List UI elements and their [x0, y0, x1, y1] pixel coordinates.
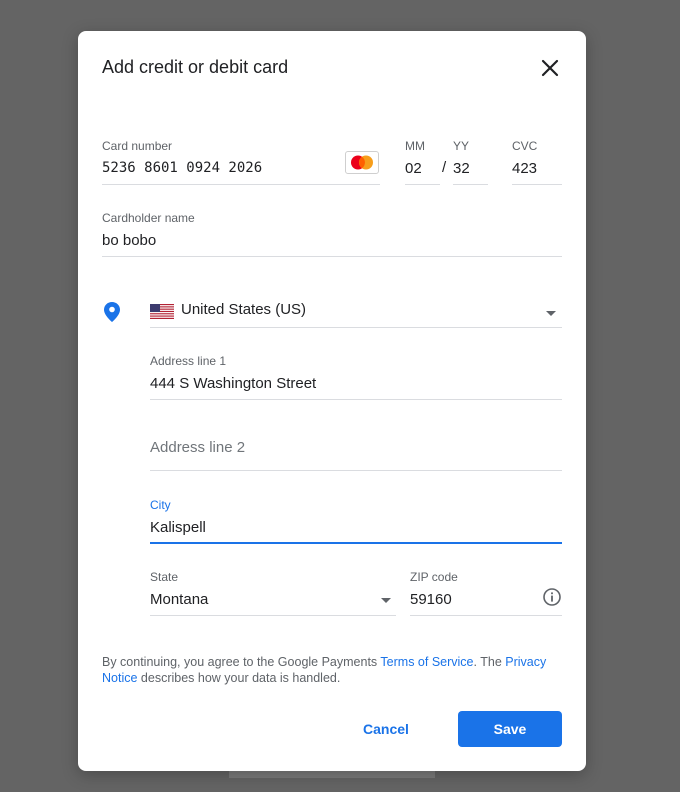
disclaimer-suffix: describes how your data is handled.: [137, 671, 341, 685]
cardholder-name-underline: [102, 256, 562, 257]
location-pin-icon: [104, 302, 120, 322]
address-line2-underline: [150, 470, 562, 471]
state-select[interactable]: State Montana: [150, 570, 396, 616]
card-number-field[interactable]: Card number 5236 8601 0924 2026: [102, 139, 380, 185]
state-value: Montana: [150, 591, 209, 608]
cvc-underline: [512, 184, 562, 185]
close-button[interactable]: [536, 54, 564, 82]
city-value: Kalispell: [150, 519, 206, 536]
zip-code-field[interactable]: ZIP code 59160: [410, 570, 562, 616]
state-underline: [150, 615, 396, 616]
terms-of-service-link[interactable]: Terms of Service: [380, 655, 473, 669]
year-value: 32: [453, 160, 470, 177]
city-label: City: [150, 498, 171, 512]
add-card-dialog: Add credit or debit card Card number 523…: [78, 31, 586, 771]
year-field[interactable]: YY 32: [453, 139, 488, 185]
cvc-label: CVC: [512, 139, 538, 153]
year-label: YY: [453, 139, 470, 153]
close-icon: [541, 59, 559, 77]
cvc-field[interactable]: CVC 423: [512, 139, 562, 185]
month-value: 02: [405, 160, 422, 177]
card-number-value: 5236 8601 0924 2026: [102, 160, 263, 176]
address-line2-field[interactable]: Address line 2: [150, 425, 562, 471]
cvc-value: 423: [512, 160, 538, 177]
country-value: United States (US): [181, 301, 307, 318]
state-label: State: [150, 570, 179, 584]
cancel-button[interactable]: Cancel: [346, 711, 426, 747]
city-underline: [150, 542, 562, 544]
chevron-down-icon: [381, 598, 391, 603]
zip-code-underline: [410, 615, 562, 616]
chevron-down-icon: [546, 311, 556, 316]
address-line1-label: Address line 1: [150, 354, 227, 368]
disclaimer-middle: . The: [473, 655, 506, 669]
address-line1-field[interactable]: Address line 1 444 S Washington Street: [150, 354, 562, 400]
terms-disclaimer: By continuing, you agree to the Google P…: [102, 654, 562, 686]
date-separator: /: [442, 159, 447, 176]
cardholder-name-field[interactable]: Cardholder name bo bobo: [102, 211, 562, 257]
save-button[interactable]: Save: [458, 711, 562, 747]
zip-code-value: 59160: [410, 591, 452, 608]
month-underline: [405, 184, 440, 185]
city-field[interactable]: City Kalispell: [150, 498, 562, 544]
zip-code-label: ZIP code: [410, 570, 458, 584]
mastercard-icon: [345, 151, 379, 174]
cardholder-name-label: Cardholder name: [102, 211, 195, 225]
address-line1-underline: [150, 399, 562, 400]
dialog-title: Add credit or debit card: [102, 57, 289, 77]
info-icon[interactable]: [542, 587, 562, 607]
card-number-label: Card number: [102, 139, 173, 153]
cardholder-name-value: bo bobo: [102, 232, 157, 249]
year-underline: [453, 184, 488, 185]
us-flag-icon: [150, 304, 174, 319]
disclaimer-prefix: By continuing, you agree to the Google P…: [102, 655, 381, 669]
address-line2-placeholder: Address line 2: [150, 439, 246, 456]
month-field[interactable]: MM 02: [405, 139, 440, 185]
country-select[interactable]: United States (US): [150, 299, 562, 328]
month-label: MM: [405, 139, 425, 153]
address-line1-value: 444 S Washington Street: [150, 375, 317, 392]
card-number-underline: [102, 184, 380, 185]
